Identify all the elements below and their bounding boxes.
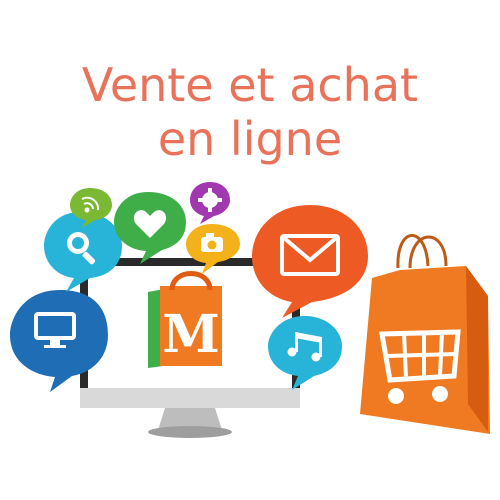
heart-bubble bbox=[114, 192, 186, 264]
settings-bubble bbox=[190, 182, 230, 224]
illustration: M bbox=[10, 182, 490, 438]
shopping-bag-icon bbox=[360, 234, 490, 434]
logo-letter: M bbox=[162, 304, 220, 365]
